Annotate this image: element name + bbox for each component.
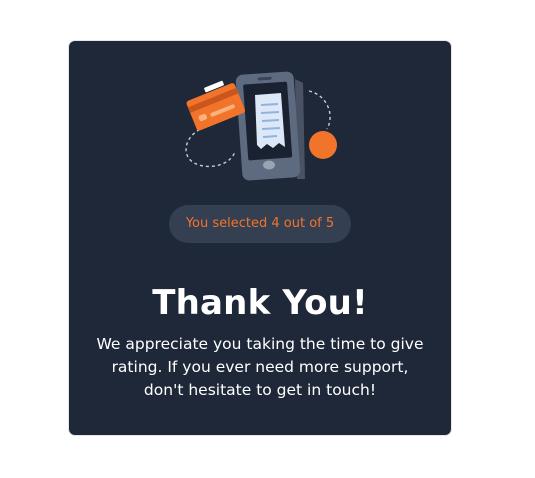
selection-badge: You selected 4 out of 5 — [169, 205, 351, 243]
page-title: Thank You! — [152, 283, 368, 323]
phone-payment-receipt-illustration — [185, 71, 337, 181]
thank-you-message: We appreciate you taking the time to giv… — [96, 335, 424, 399]
thank-you-card: You selected 4 out of 5 Thank You! We ap… — [69, 41, 451, 435]
